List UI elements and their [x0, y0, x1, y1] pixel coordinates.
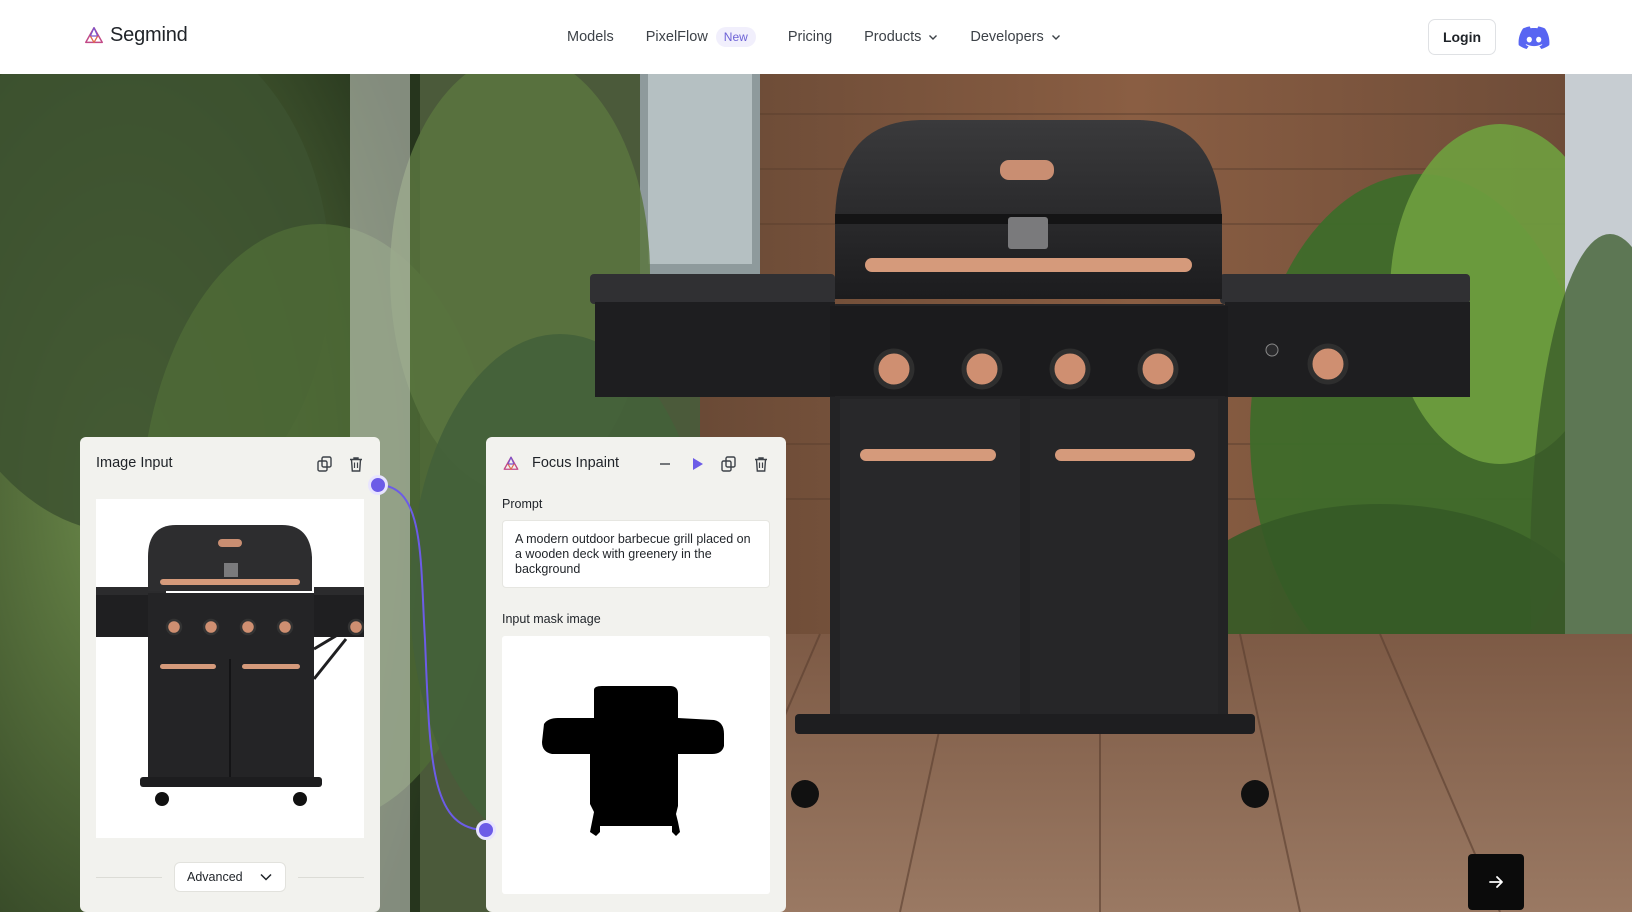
mask-image-preview[interactable]	[502, 636, 770, 894]
play-icon[interactable]	[688, 455, 706, 473]
image-input-card: Image Input Advanced	[80, 437, 380, 912]
nav-products[interactable]: Products	[864, 25, 938, 49]
image-input-title: Image Input	[96, 455, 173, 471]
grill-product-image	[96, 499, 364, 838]
nav-products-label: Products	[864, 29, 922, 45]
segmind-logo-icon	[85, 26, 103, 43]
output-port[interactable]	[368, 475, 388, 495]
prompt-label: Prompt	[502, 497, 543, 511]
nav-developers-label: Developers	[970, 29, 1044, 45]
divider-left	[96, 877, 162, 878]
minimize-icon[interactable]	[656, 455, 674, 473]
trash-icon[interactable]	[752, 455, 770, 473]
grill-mask-silhouette	[542, 686, 724, 836]
main-nav: Models PixelFlow New Pricing Products De…	[567, 25, 1093, 49]
nav-pricing[interactable]: Pricing	[788, 25, 832, 49]
prompt-input[interactable]: A modern outdoor barbecue grill placed o…	[502, 520, 770, 588]
brand-logo[interactable]: Segmind	[83, 24, 188, 47]
next-button[interactable]	[1468, 854, 1524, 910]
chevron-down-icon	[260, 873, 272, 881]
trash-icon[interactable]	[347, 455, 365, 473]
discord-icon[interactable]	[1518, 25, 1550, 49]
nav-pixelflow[interactable]: PixelFlow	[646, 25, 708, 49]
mask-image-label: Input mask image	[502, 612, 601, 626]
nav-models[interactable]: Models	[567, 25, 614, 49]
new-badge: New	[715, 27, 756, 47]
advanced-dropdown[interactable]: Advanced	[174, 862, 286, 892]
input-image-preview[interactable]	[96, 499, 364, 838]
login-button[interactable]: Login	[1428, 19, 1496, 55]
divider-right	[298, 877, 364, 878]
focus-inpaint-card: Focus Inpaint Prompt A modern outdoor ba…	[486, 437, 786, 912]
duplicate-icon[interactable]	[720, 455, 738, 473]
top-navbar: Segmind Models PixelFlow New Pricing Pro…	[0, 0, 1632, 74]
chevron-down-icon	[1051, 35, 1060, 40]
advanced-label: Advanced	[187, 870, 243, 884]
arrow-right-icon	[1489, 876, 1503, 888]
chevron-down-icon	[929, 35, 938, 40]
segmind-logo-icon	[503, 456, 519, 470]
duplicate-icon[interactable]	[316, 455, 334, 473]
focus-inpaint-title: Focus Inpaint	[532, 455, 620, 471]
brand-name: Segmind	[110, 24, 188, 46]
nav-developers[interactable]: Developers	[970, 25, 1060, 49]
input-port[interactable]	[476, 820, 496, 840]
